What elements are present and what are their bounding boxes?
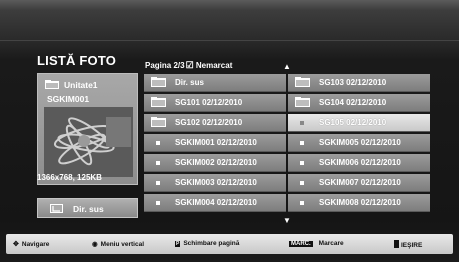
marked-status: Nemarcat [195, 61, 233, 70]
page-title: LISTĂ FOTO [37, 53, 117, 68]
preview-panel: Unitate1 SGKIM001 [37, 73, 138, 185]
photo-icon [300, 181, 304, 185]
dir-up-button[interactable]: Dir. sus [37, 198, 138, 218]
item-label: SGKIM005 02/12/2010 [319, 138, 401, 147]
photo-icon [300, 201, 304, 205]
item-label: SGKIM004 02/12/2010 [175, 198, 257, 207]
item-label: SGKIM008 02/12/2010 [319, 198, 401, 207]
mark-hint: MARC. Marcare [289, 240, 344, 247]
page-change-hint: P Schimbare pagină [175, 240, 239, 247]
folder-item[interactable]: SG102 02/12/2010 [144, 114, 286, 132]
marc-key: MARC. [289, 241, 313, 247]
folder-up-icon [151, 77, 166, 87]
item-label: Dir. sus [175, 78, 204, 87]
navigate-label: Navigare [21, 241, 50, 248]
item-label: SGKIM003 02/12/2010 [175, 178, 257, 187]
folder-up-icon [50, 204, 63, 213]
folder-item[interactable]: SG104 02/12/2010 [288, 94, 430, 112]
file-name: SGKIM001 [47, 94, 90, 104]
item-label: SGKIM002 02/12/2010 [175, 158, 257, 167]
nav-hint: ✥ Navigare [13, 240, 49, 248]
item-label: SG105 02/12/2010 [319, 118, 387, 127]
photo-item[interactable]: SGKIM005 02/12/2010 [288, 134, 430, 152]
folder-item[interactable]: Dir. sus [144, 74, 286, 92]
photo-icon [156, 181, 160, 185]
photo-thumbnail [44, 107, 133, 177]
photo-item[interactable]: SG105 02/12/2010 [288, 114, 430, 132]
folder-item[interactable]: SG103 02/12/2010 [288, 74, 430, 92]
item-label: SG102 02/12/2010 [175, 118, 243, 127]
navigate-icon: ✥ [13, 241, 19, 248]
exit-label: IEŞIRE [401, 242, 423, 249]
bottom-bar: ✥ Navigare ◉ Meniu vertical P Schimbare pag… [6, 234, 453, 254]
scroll-up-icon[interactable]: ▲ [283, 62, 291, 71]
photo-icon [156, 201, 160, 205]
photo-icon [300, 121, 304, 125]
divider [0, 40, 459, 41]
folder-icon [151, 97, 166, 107]
page-number: Pagina 2/3 [145, 61, 185, 70]
item-label: SGKIM006 02/12/2010 [319, 158, 401, 167]
exit-hint[interactable]: IEŞIRE [394, 240, 422, 249]
item-label: SG103 02/12/2010 [319, 78, 387, 87]
folder-icon [295, 77, 310, 87]
folder-icon [295, 97, 310, 107]
vertical-menu-hint: ◉ Meniu vertical [92, 240, 144, 248]
photo-item[interactable]: SGKIM007 02/12/2010 [288, 174, 430, 192]
dir-up-label: Dir. sus [73, 204, 104, 214]
mark-label: Marcare [318, 240, 344, 247]
page-info: Pagina 2/3☑ Nemarcat [145, 60, 232, 71]
photo-icon [156, 161, 160, 165]
checkbox-icon: ☑ [185, 60, 194, 70]
photo-item[interactable]: SGKIM004 02/12/2010 [144, 194, 286, 212]
folder-icon [45, 80, 59, 89]
page-change-label: Schimbare pagină [183, 240, 240, 247]
photo-icon [300, 141, 304, 145]
folder-icon [151, 117, 166, 127]
resolution-info: 1366x768, 125KB [37, 173, 102, 182]
photo-icon [300, 161, 304, 165]
ok-icon: ◉ [92, 241, 98, 248]
item-label: SG101 02/12/2010 [175, 98, 243, 107]
photo-item[interactable]: SGKIM002 02/12/2010 [144, 154, 286, 172]
photo-icon [156, 141, 160, 145]
photo-item[interactable]: SGKIM006 02/12/2010 [288, 154, 430, 172]
page-change-icon: P [175, 241, 181, 247]
exit-icon [394, 240, 399, 248]
photo-item[interactable]: SGKIM003 02/12/2010 [144, 174, 286, 192]
file-grid: Dir. sus SG101 02/12/2010 SG102 02/12/2010… [144, 73, 430, 219]
item-label: SG104 02/12/2010 [319, 98, 387, 107]
item-label: SGKIM001 02/12/2010 [175, 138, 257, 147]
folder-item[interactable]: SG101 02/12/2010 [144, 94, 286, 112]
photo-item[interactable]: SGKIM008 02/12/2010 [288, 194, 430, 212]
vertical-menu-label: Meniu vertical [100, 241, 145, 248]
device-name: Unitate1 [64, 80, 98, 90]
item-label: SGKIM007 02/12/2010 [319, 178, 401, 187]
photo-item[interactable]: SGKIM001 02/12/2010 [144, 134, 286, 152]
